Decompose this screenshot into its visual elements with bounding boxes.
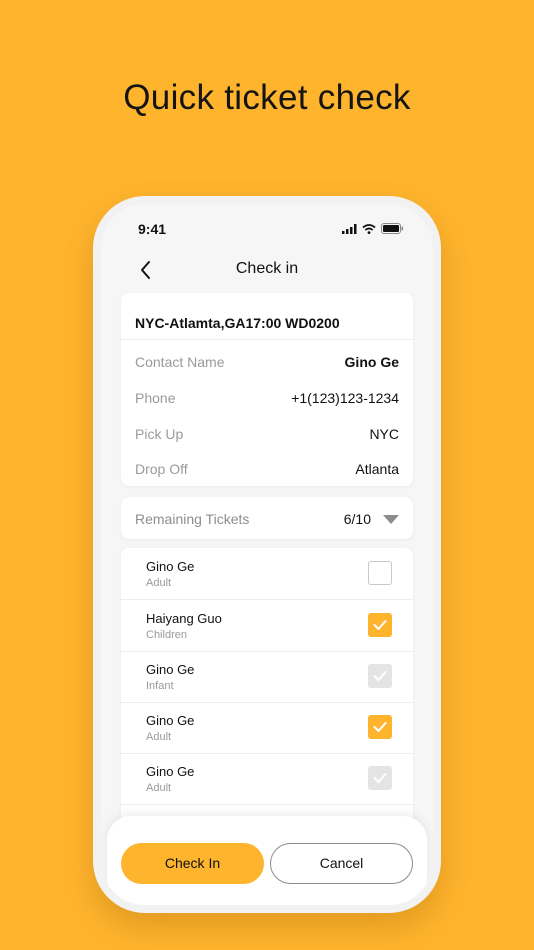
- list-item: Gino Ge Adult: [121, 753, 413, 805]
- checkbox: [368, 664, 392, 688]
- passenger-type: Children: [146, 629, 187, 641]
- phone-row: Phone +1(123)123-1234: [135, 390, 399, 410]
- check-icon: [373, 773, 387, 783]
- remaining-tickets-dropdown[interactable]: Remaining Tickets 6/10: [121, 497, 413, 539]
- trip-title: NYC-Atlamta,GA17:00 WD0200: [135, 315, 340, 331]
- trip-card: NYC-Atlamta,GA17:00 WD0200 Contact Name …: [121, 293, 413, 486]
- list-item: Gino Ge Adult: [121, 702, 413, 754]
- status-bar: 9:41: [101, 204, 433, 248]
- list-item: Gino Ge Adult: [121, 548, 413, 600]
- pick-up-row: Pick Up NYC: [135, 426, 399, 446]
- phone-screen: 9:41 Check in NYC-Atlamta,GA17:00 WD0200…: [101, 204, 433, 905]
- phone-frame: 9:41 Check in NYC-Atlamta,GA17:00 WD0200…: [93, 196, 441, 913]
- passenger-type: Adult: [146, 782, 172, 794]
- contact-name-row: Contact Name Gino Ge: [135, 354, 399, 374]
- status-time: 9:41: [138, 221, 167, 237]
- page-title: Check in: [235, 260, 299, 277]
- checkbox[interactable]: [368, 715, 392, 739]
- check-icon: [373, 620, 387, 630]
- pick-up-value: NYC: [369, 426, 399, 442]
- checkbox: [368, 766, 392, 790]
- list-item: Haiyang Guo Children: [121, 600, 413, 652]
- headline: Quick ticket check: [123, 78, 411, 117]
- drop-off-value: Atlanta: [355, 461, 399, 477]
- passenger-name: Gino Ge: [146, 764, 195, 779]
- list-item: Gino Ge Infant: [121, 651, 413, 703]
- divider: [121, 339, 413, 340]
- contact-name-value: Gino Ge: [344, 354, 399, 370]
- remaining-tickets-label: Remaining Tickets: [135, 511, 250, 527]
- nav-bar: Check in: [101, 256, 433, 286]
- check-icon: [373, 722, 387, 732]
- passenger-name: Gino Ge: [146, 559, 195, 574]
- pick-up-label: Pick Up: [135, 426, 184, 442]
- checkbox[interactable]: [368, 613, 392, 637]
- remaining-tickets-count: 6/10: [343, 511, 371, 527]
- contact-name-label: Contact Name: [135, 354, 225, 370]
- status-icons: [342, 223, 404, 234]
- checkbox[interactable]: [368, 561, 392, 585]
- action-bar: Check In Cancel: [107, 816, 427, 905]
- passenger-type: Infant: [146, 680, 174, 692]
- signal-icon: [342, 223, 357, 234]
- wifi-icon: [362, 223, 376, 234]
- phone-value: +1(123)123-1234: [291, 390, 399, 406]
- phone-label: Phone: [135, 390, 176, 406]
- cancel-button[interactable]: Cancel: [270, 843, 413, 884]
- check-icon: [373, 671, 387, 681]
- passenger-name: Gino Ge: [146, 662, 195, 677]
- passenger-name: Gino Ge: [146, 713, 195, 728]
- passenger-type: Adult: [146, 577, 172, 589]
- passenger-type: Adult: [146, 731, 172, 743]
- battery-icon: [381, 223, 404, 234]
- caret-down-icon: [383, 515, 399, 524]
- passenger-name: Haiyang Guo: [146, 611, 222, 626]
- check-in-button[interactable]: Check In: [121, 843, 264, 884]
- drop-off-label: Drop Off: [135, 461, 188, 477]
- drop-off-row: Drop Off Atlanta: [135, 461, 399, 481]
- passenger-list: Gino Ge Adult Haiyang Guo Children Gino …: [121, 548, 413, 848]
